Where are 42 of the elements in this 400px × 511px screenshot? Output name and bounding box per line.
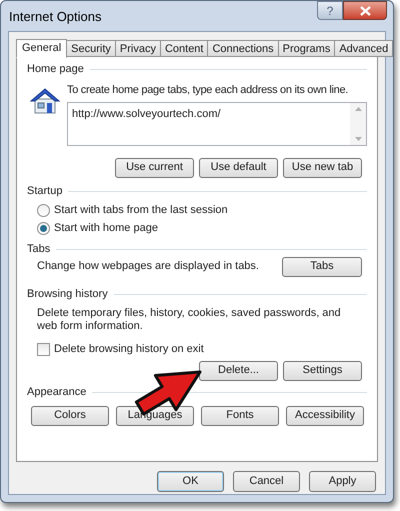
scroll-up-icon[interactable] <box>354 106 362 110</box>
button[interactable]: Accessibility <box>286 406 364 426</box>
close-icon <box>360 6 370 16</box>
description-text: To create home page tabs, type each address on its own line. <box>67 83 348 98</box>
button[interactable]: Use default <box>199 158 278 178</box>
house-icon <box>29 87 61 115</box>
button[interactable]: Tabs <box>282 256 362 276</box>
button[interactable]: Colors <box>31 406 109 426</box>
help-button[interactable]: ? <box>317 1 343 20</box>
button[interactable]: Delete... <box>199 360 278 380</box>
scrollbar[interactable] <box>350 102 366 144</box>
description-text: Change how webpages are displayed in tabs. <box>37 259 259 274</box>
radio-button[interactable] <box>37 222 50 234</box>
button[interactable]: Settings <box>283 360 362 380</box>
button[interactable]: Cancel <box>233 471 300 492</box>
group-heading: Browsing history <box>27 287 108 302</box>
button[interactable]: Apply <box>309 471 376 492</box>
tab[interactable]: Security <box>67 40 116 57</box>
radio-button[interactable] <box>37 204 50 216</box>
tab[interactable]: Content <box>160 40 208 57</box>
checkbox-label: Delete browsing history on exit <box>54 342 204 357</box>
group-heading: Startup <box>27 184 62 200</box>
address-field[interactable]: http://www.solveyourtech.com/ <box>67 102 367 146</box>
radio-label: Start with home page <box>54 220 158 236</box>
button[interactable]: Use current <box>115 158 194 178</box>
close-button[interactable] <box>343 1 387 20</box>
radio-label: Start with tabs from the last session <box>54 202 228 218</box>
checkbox[interactable] <box>37 342 50 356</box>
tab[interactable]: General <box>16 39 68 58</box>
tab[interactable]: Programs <box>278 40 336 57</box>
group-heading: Tabs <box>27 242 50 258</box>
button[interactable]: Use new tab <box>283 158 362 178</box>
button[interactable]: Fonts <box>201 406 279 426</box>
window-title: Internet Options <box>9 8 102 26</box>
button[interactable]: OK <box>157 471 224 492</box>
description-text: Delete temporary files, history, cookies, saved passwords, and web form information. <box>37 306 342 332</box>
group-heading: Home page <box>27 62 84 77</box>
tab[interactable]: Advanced <box>335 40 394 57</box>
tab[interactable]: Connections <box>208 40 279 57</box>
scroll-down-icon[interactable] <box>354 136 362 140</box>
tab[interactable]: Privacy <box>116 40 161 57</box>
group-heading: Appearance <box>27 385 86 400</box>
